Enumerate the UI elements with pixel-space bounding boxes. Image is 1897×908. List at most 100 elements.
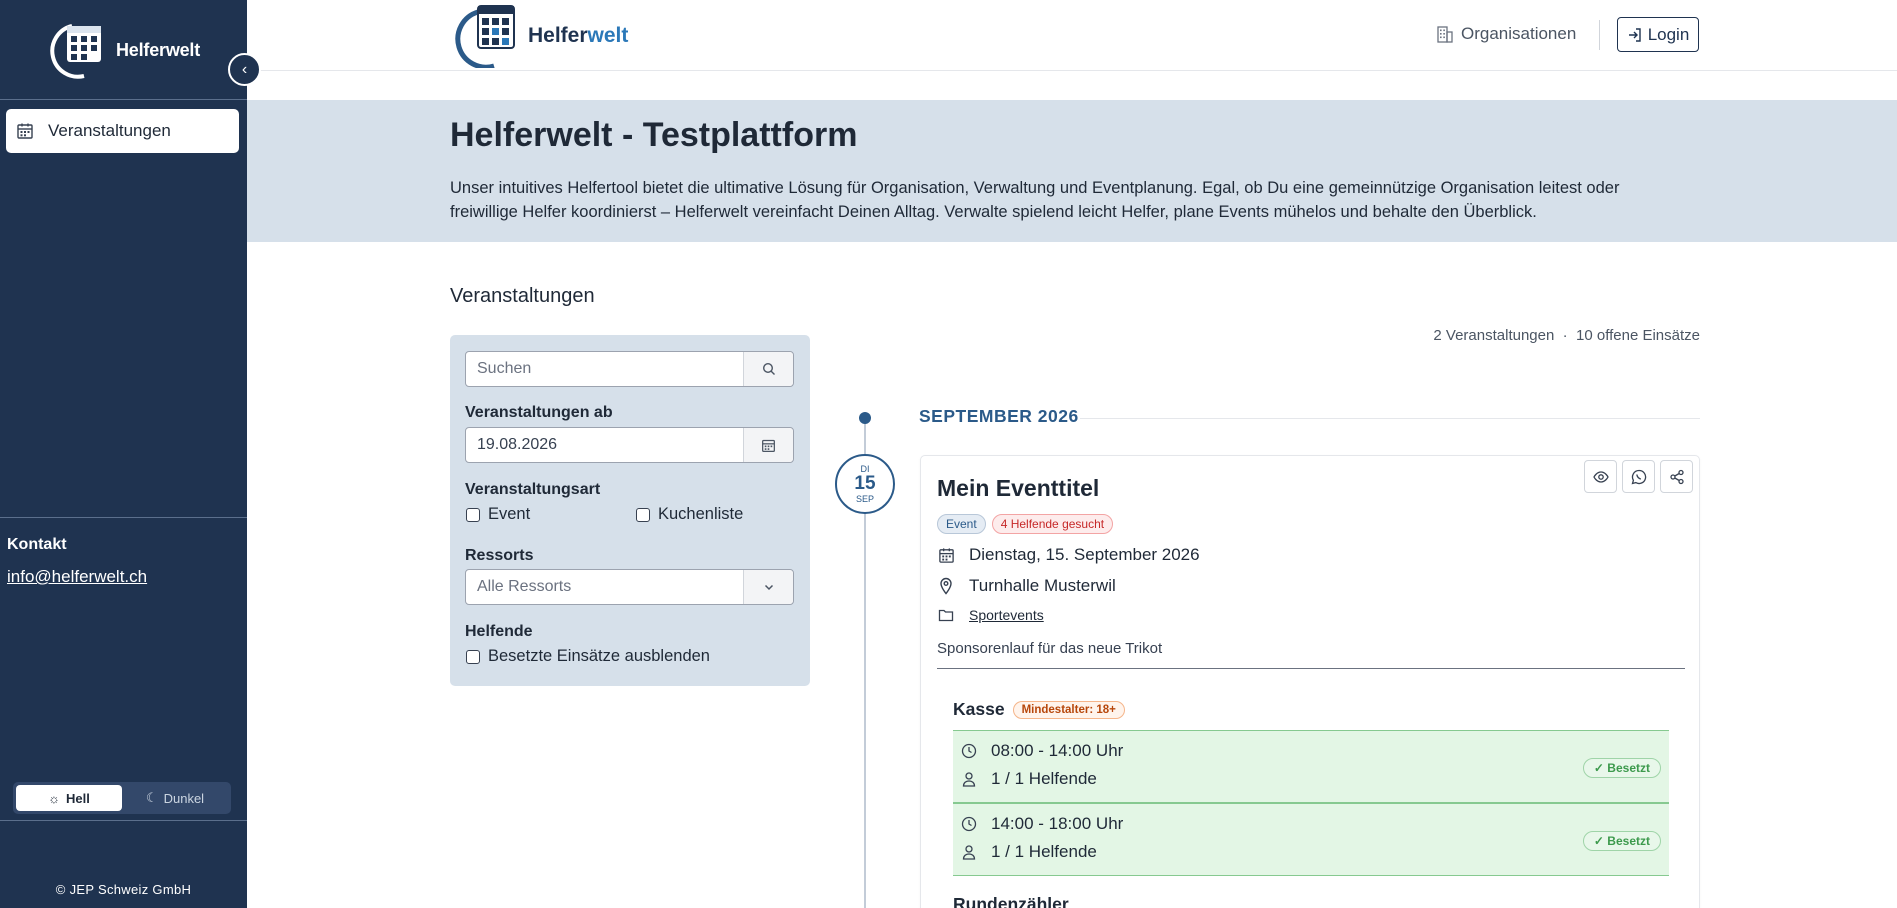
clock-icon [961,743,977,759]
kontakt-email-link[interactable]: info@helferwelt.ch [7,567,147,587]
event-location-row: Turnhalle Musterwil [937,576,1116,596]
event-date-badge: DI 15 SEP [835,454,895,514]
chevron-down-icon [764,584,773,591]
person-icon [962,845,976,860]
page-title: Helferwelt - Testplattform [450,116,858,154]
calendar-icon [938,547,954,563]
search-icon [762,362,775,375]
shift-title: Rundenzähler [953,894,1069,908]
checkbox-box[interactable] [636,507,650,522]
search-field[interactable]: Suchen [465,351,794,387]
helferwelt-logo-icon [50,24,101,79]
date-month: SEP [855,494,874,504]
event-card: Mein Eventtitel Event 4 Helfende gesucht… [920,455,1700,908]
helpers-needed-badge: 4 Helfende gesucht [991,514,1114,534]
copyright: © JEP Schweiz GmbH [55,882,192,897]
shift-slot[interactable]: 14:00 - 18:00 Uhr 1 / 1 Helfende ✓ Beset… [953,803,1669,876]
helpers-filter-label: Helfende [465,623,533,640]
sidebar-divider [0,517,247,518]
hero-banner: Helferwelt - Testplattform Unser intuiti… [247,100,1897,242]
event-date: Dienstag, 15. September 2026 [969,545,1200,564]
login-label: Login [1647,24,1690,44]
header-logo[interactable]: Helferwelt [450,4,628,68]
date-day: 15 [854,473,876,494]
min-age-badge: Mindestalter: 18+ [1012,700,1125,719]
hero-description: Unser intuitives Helfertool bietet die u… [450,179,1620,221]
calendar-icon [17,123,33,139]
whatsapp-share-button[interactable] [1622,460,1655,493]
whatsapp-icon [1631,469,1646,484]
logo-text-part2: welt [587,24,629,47]
open-shifts-count: 10 offene Einsätze [1576,327,1700,344]
hide-occupied-checkbox[interactable]: Besetzte Einsätze ausblenden [466,647,710,666]
slot-time-row: 08:00 - 14:00 Uhr [961,741,1123,761]
sidebar-divider [0,820,247,821]
map-pin-icon [940,577,952,595]
slot-helpers: 1 / 1 Helfende [991,842,1097,861]
checkbox-label: Besetzte Einsätze ausblenden [488,647,710,665]
shift-name: Kasse [953,699,1005,719]
event-title[interactable]: Mein Eventtitel [937,475,1099,502]
slot-time: 08:00 - 14:00 Uhr [991,741,1124,760]
status-badge: ✓ Besetzt [1582,758,1661,778]
event-badges: Event 4 Helfende gesucht [937,514,1114,534]
moon-icon: ☾ [145,790,158,805]
sidebar: Helferwelt Veranstaltungen Kontakt info@… [0,0,247,908]
event-actions [1584,460,1693,493]
timeline-month-label: SEPTEMBER 2026 [919,406,1079,426]
summary-separator: · [1562,327,1568,344]
month-divider [1080,418,1700,419]
event-category-link[interactable]: Sportevents [969,607,1044,623]
theme-dark-button[interactable]: ☾ Dunkel [122,785,228,811]
login-button[interactable]: Login [1617,17,1699,52]
date-input[interactable]: 19.08.2026 [466,436,743,454]
event-summary: 2 Veranstaltungen · 10 offene Einsätze [1360,327,1700,344]
event-location: Turnhalle Musterwil [969,576,1116,595]
slot-helpers-row: 1 / 1 Helfende [961,769,1097,789]
organisationen-link[interactable]: Organisationen [1435,24,1576,44]
view-button[interactable] [1584,460,1617,493]
sidebar-divider [0,99,247,100]
event-description: Sponsorenlauf für das neue Trikot [937,640,1163,657]
event-date-row: Dienstag, 15. September 2026 [937,545,1200,565]
theme-light-button[interactable]: ☼ Hell [16,785,122,811]
logo-text-part1: Helfer [528,24,588,47]
checkbox-label: Event [488,505,531,523]
shift-slot[interactable]: 08:00 - 14:00 Uhr 1 / 1 Helfende ✓ Beset… [953,730,1669,803]
checkbox-box[interactable] [466,649,480,664]
theme-toggle: ☼ Hell ☾ Dunkel [13,782,231,814]
card-divider [937,668,1685,669]
filter-panel: Suchen Veranstaltungen ab 19.08.2026 Ver… [450,335,810,686]
slot-helpers: 1 / 1 Helfende [991,769,1097,788]
ressorts-select-value[interactable]: Alle Ressorts [466,578,743,596]
sidebar-item-label: Veranstaltungen [48,121,171,140]
type-kuchenliste-checkbox[interactable]: Kuchenliste [636,505,743,524]
checkbox-label: Kuchenliste [658,505,744,523]
events-count: 2 Veranstaltungen [1433,327,1555,344]
event-category-row: Sportevents [937,607,1044,623]
slot-time: 14:00 - 18:00 Uhr [991,814,1124,833]
login-icon [1628,27,1641,42]
building-icon [1437,26,1453,43]
slot-time-row: 14:00 - 18:00 Uhr [961,814,1123,834]
checkbox-box[interactable] [466,507,480,522]
share-button[interactable] [1660,460,1693,493]
sun-icon: ☼ [48,790,61,806]
event-type-badge: Event [937,514,986,534]
search-button[interactable] [743,352,793,386]
type-event-checkbox[interactable]: Event [466,505,530,524]
person-icon [962,772,976,787]
sidebar-item-veranstaltungen[interactable]: Veranstaltungen [6,109,239,153]
date-picker-button[interactable] [743,428,793,462]
topbar: Helferwelt Organisationen Login [247,0,1897,71]
date-field[interactable]: 19.08.2026 [465,427,794,463]
search-input[interactable]: Suchen [466,360,743,378]
sidebar-logo[interactable]: Helferwelt [42,20,222,80]
ressorts-dropdown-button[interactable] [743,570,793,604]
theme-light-label: Hell [66,790,90,806]
sidebar-collapse-button[interactable]: ‹ [228,53,261,86]
clock-icon [961,816,977,832]
ressorts-filter-label: Ressorts [465,547,534,564]
slot-helpers-row: 1 / 1 Helfende [961,842,1097,862]
ressorts-select[interactable]: Alle Ressorts [465,569,794,605]
